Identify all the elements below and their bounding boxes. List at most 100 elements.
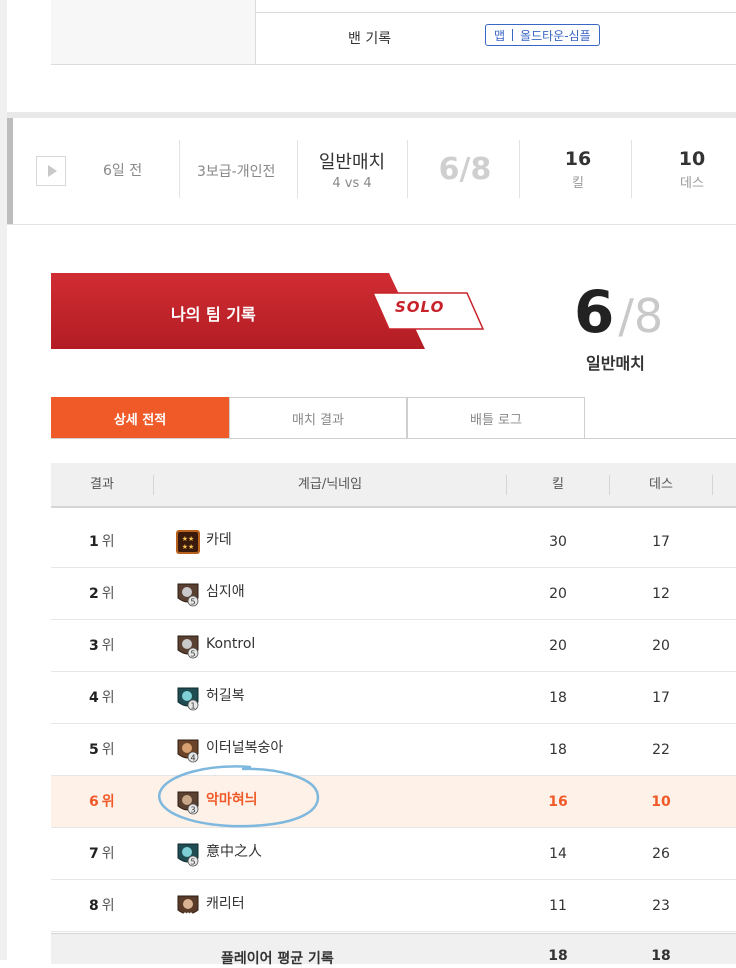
row-kills: 14 [549, 846, 567, 862]
match-kills: 16 [564, 148, 592, 170]
row-kills: 18 [549, 690, 567, 706]
match-deaths-block: 10 데스 [657, 148, 727, 191]
ban-cell-empty-a [51, 0, 154, 64]
match-rank: 6/8 [438, 152, 492, 187]
row-deaths: 17 [652, 534, 670, 550]
divider [297, 140, 298, 198]
row-deaths: 12 [652, 586, 670, 602]
team-record-banner: 나의 팀 기록 SOLO [51, 273, 491, 351]
table-row[interactable]: 8위 캐리터 11 23 [51, 880, 736, 932]
left-gutter [0, 0, 7, 960]
table-row[interactable]: 3위 5 Kontrol 20 20 [51, 620, 736, 672]
header-deaths: 데스 [649, 477, 673, 492]
divider [631, 140, 632, 198]
annotation-circle [158, 765, 320, 828]
ban-record-label: 밴 기록 [348, 31, 392, 47]
row-rank: 3위 [89, 638, 115, 654]
team-rank: 6 [574, 278, 615, 346]
team-rank-score: 6/8 [574, 278, 663, 346]
row-rank: 1위 [89, 534, 115, 550]
row-rank: 7위 [89, 846, 115, 862]
row-deaths: 20 [652, 638, 670, 654]
table-row[interactable]: 1위 ★★ ★★ 카데 30 17 [51, 516, 736, 568]
table-row[interactable]: 2위 5 심지애 20 12 [51, 568, 736, 620]
row-deaths: 22 [652, 742, 670, 758]
match-deaths-label: 데스 [680, 176, 704, 191]
average-kills: 18 [548, 948, 568, 964]
match-type-block: 일반매치 4 vs 4 [307, 148, 397, 191]
tab-match-result[interactable]: 매치 결과 [229, 397, 407, 439]
row-deaths: 26 [652, 846, 670, 862]
play-replay-button[interactable] [36, 156, 66, 186]
svg-text:5: 5 [190, 650, 195, 659]
table-row[interactable]: 5위 4 이터널복숭아 18 22 [51, 724, 736, 776]
header-grade-nickname: 계급/닉네임 [297, 477, 363, 492]
teal-rank-emblem-1-icon: 1 [177, 687, 199, 711]
match-type: 일반매치 [318, 152, 386, 173]
map-badge-divider [512, 29, 514, 41]
svg-text:5: 5 [190, 858, 195, 867]
average-deaths: 18 [651, 948, 671, 964]
average-label: 플레이어 평균 기록 [221, 951, 334, 967]
svg-text:★★: ★★ [182, 543, 195, 551]
row-kills: 20 [549, 638, 567, 654]
ban-record-table: 밴 기록 맵 올드타운-심플 [51, 0, 736, 65]
team-rank-total: 8 [633, 289, 664, 343]
rank-emblem-5-icon: 5 [177, 635, 199, 659]
header-result: 결과 [90, 477, 114, 492]
match-row-indicator [7, 118, 13, 224]
map-badge[interactable]: 맵 올드타운-심플 [485, 24, 600, 46]
rank-emblem-4-icon: 4 [177, 739, 199, 763]
row-kills: 20 [549, 586, 567, 602]
results-table-header: 결과 계급/닉네임 킬 데스 [51, 463, 736, 508]
tab-baseline [51, 438, 736, 439]
header-divider [712, 475, 713, 495]
tab-battle-log[interactable]: 배틀 로그 [407, 397, 585, 439]
row-nickname[interactable]: Kontrol [206, 620, 255, 668]
rank-emblem-5-icon: 5 [177, 583, 199, 607]
teal-rank-emblem-5-icon: 5 [177, 843, 199, 867]
ban-table-rule [256, 12, 736, 13]
table-row[interactable]: 4위 1 허길복 18 17 [51, 672, 736, 724]
row-nickname[interactable]: 허길복 [206, 672, 245, 720]
tab-detail-record[interactable]: 상세 전적 [51, 397, 229, 439]
svg-text:1: 1 [190, 702, 195, 711]
row-kills: 16 [548, 794, 568, 810]
row-rank: 2위 [89, 586, 115, 602]
map-badge-name: 올드타운-심플 [520, 28, 591, 43]
match-kills-label: 킬 [572, 176, 584, 191]
row-rank: 6위 [89, 794, 115, 810]
play-icon [48, 165, 57, 177]
match-summary-row[interactable]: 6일 전 3보급-개인전 일반매치 4 vs 4 6/8 16 킬 10 데스 [7, 118, 736, 225]
match-players: 4 vs 4 [332, 176, 372, 191]
row-nickname[interactable]: 캐리터 [206, 880, 245, 928]
svg-text:★★: ★★ [182, 535, 195, 543]
team-match-type: 일반매치 [586, 354, 645, 373]
row-nickname[interactable]: 카데 [206, 516, 232, 564]
row-nickname[interactable]: 심지애 [206, 568, 245, 616]
divider [179, 140, 180, 198]
row-deaths: 10 [651, 794, 671, 810]
solo-tag: SOLO [395, 298, 445, 316]
map-badge-prefix: 맵 [494, 28, 506, 43]
rank-emblem-dots-icon [177, 895, 199, 916]
row-deaths: 23 [652, 898, 670, 914]
row-rank: 4위 [89, 690, 115, 706]
row-kills: 30 [549, 534, 567, 550]
average-record-row: 플레이어 평균 기록 18 18 [51, 933, 736, 967]
match-time-ago: 6일 전 [103, 163, 143, 179]
team-rank-slash: / [618, 289, 634, 343]
row-kills: 18 [549, 742, 567, 758]
row-nickname[interactable]: 意中之人 [206, 828, 262, 876]
divider [519, 140, 520, 198]
row-deaths: 17 [652, 690, 670, 706]
match-kills-block: 16 킬 [543, 148, 613, 191]
row-rank: 5위 [89, 742, 115, 758]
row-kills: 11 [549, 898, 567, 914]
match-deaths: 10 [678, 148, 706, 170]
table-row-my-player[interactable]: 6위 3 악마혀늬 16 10 [51, 776, 736, 828]
header-kills: 킬 [552, 477, 564, 492]
divider [407, 140, 408, 198]
table-row[interactable]: 7위 5 意中之人 14 26 [51, 828, 736, 880]
svg-text:5: 5 [190, 598, 195, 607]
